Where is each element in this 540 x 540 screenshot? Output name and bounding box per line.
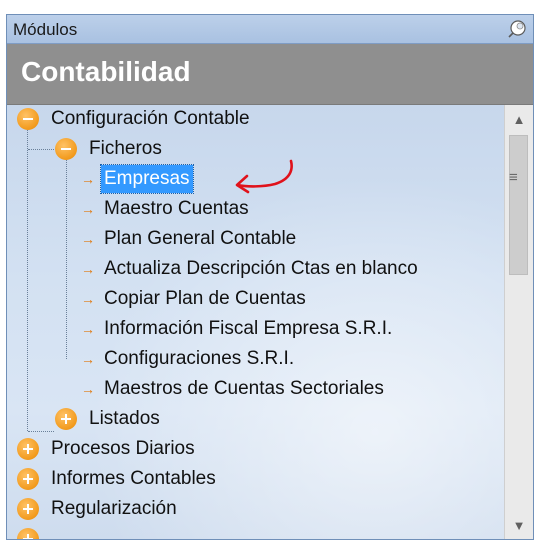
- leaf-arrow-icon: →: [81, 291, 95, 307]
- leaf-arrow-icon: →: [81, 231, 95, 247]
- vertical-scrollbar[interactable]: ▲ ≡ ▼: [504, 105, 533, 539]
- tree-node-label: Informes Contables: [51, 468, 216, 489]
- expand-icon[interactable]: [17, 498, 39, 520]
- leaf-arrow-icon: →: [81, 351, 95, 367]
- collapse-icon[interactable]: [17, 108, 39, 130]
- panel-title: Módulos: [13, 20, 78, 39]
- tree-item-label: Actualiza Descripción Ctas en blanco: [104, 258, 418, 279]
- annotation-arrow: [235, 159, 293, 194]
- collapse-icon[interactable]: [55, 138, 77, 160]
- expand-icon[interactable]: [17, 468, 39, 490]
- leaf-arrow-icon: →: [81, 381, 95, 397]
- modules-panel: Módulos Contabilidad Configuración Conta…: [6, 14, 534, 540]
- chevron-up-icon[interactable]: ▲: [505, 107, 533, 133]
- tree-item-label: Empresas: [100, 164, 194, 194]
- expand-icon[interactable]: [17, 438, 39, 460]
- tree-connector: [66, 149, 67, 359]
- tree-connector: [27, 119, 28, 431]
- leaf-arrow-icon: →: [81, 261, 95, 277]
- expand-icon[interactable]: [55, 408, 77, 430]
- tree-node-label: Procesos Diarios: [51, 438, 195, 459]
- pin-icon[interactable]: [507, 19, 527, 39]
- tree-item-label: Maestro Cuentas: [104, 198, 249, 219]
- tree-item-label: Información Fiscal Empresa S.R.I.: [104, 318, 393, 339]
- tree-item-label: Plan General Contable: [104, 228, 297, 249]
- module-header: Contabilidad: [7, 44, 533, 105]
- chevron-down-icon[interactable]: ▼: [505, 513, 533, 539]
- navigation-tree: Configuración Contable Ficheros → Empres…: [7, 105, 533, 539]
- tree-item-label: Copiar Plan de Cuentas: [104, 288, 306, 309]
- scrollbar-thumb[interactable]: [509, 135, 528, 275]
- tree-node-label: Ficheros: [89, 138, 162, 159]
- tree-item-label: Maestros de Cuentas Sectoriales: [104, 378, 384, 399]
- expand-icon: [17, 528, 39, 539]
- tree-node-label: Listados: [89, 408, 160, 429]
- tree-connector: [28, 149, 54, 150]
- tree-item-label: Configuraciones S.R.I.: [104, 348, 295, 369]
- tree-node-label: Configuración Contable: [51, 108, 250, 129]
- module-title: Contabilidad: [21, 56, 191, 87]
- grip-icon: ≡: [509, 169, 518, 186]
- tree-node-label: Regularización: [51, 498, 177, 519]
- leaf-arrow-icon: →: [81, 171, 95, 187]
- panel-titlebar: Módulos: [7, 15, 533, 44]
- leaf-arrow-icon: →: [81, 201, 95, 217]
- leaf-arrow-icon: →: [81, 321, 95, 337]
- tree-connector: [28, 431, 54, 432]
